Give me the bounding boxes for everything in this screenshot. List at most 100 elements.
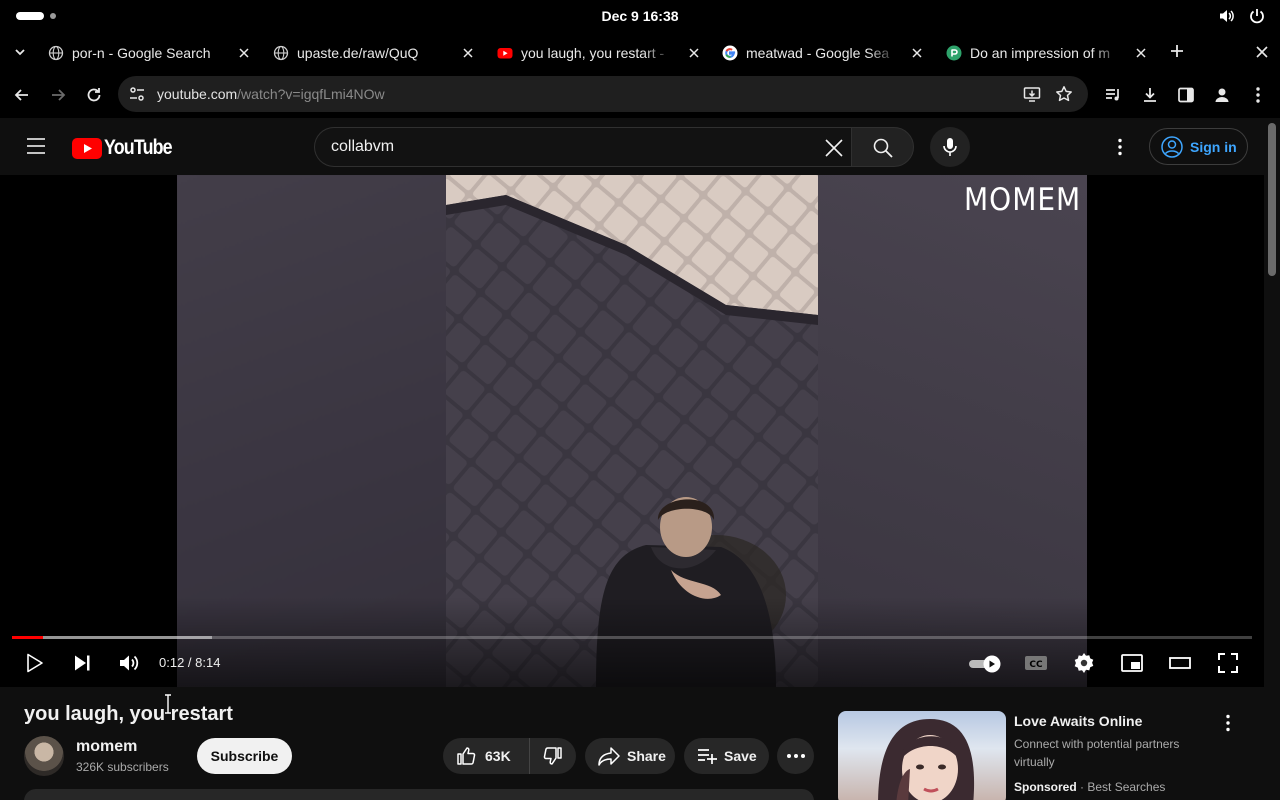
subtitles-icon[interactable]: CC xyxy=(1024,651,1048,675)
new-tab-plus-icon[interactable] xyxy=(1168,42,1186,60)
dislike-button[interactable] xyxy=(530,738,576,774)
url-domain: youtube.com xyxy=(157,86,238,102)
tab-title: you laugh, you restart - xyxy=(521,45,665,61)
install-app-icon[interactable] xyxy=(1022,84,1042,104)
next-video-icon[interactable] xyxy=(70,651,94,675)
theater-mode-icon[interactable] xyxy=(1168,651,1192,675)
tab-title: upaste.de/raw/QuQ xyxy=(297,45,419,61)
page-scrollbar[interactable] xyxy=(1264,118,1280,800)
microphone-icon xyxy=(943,138,957,156)
side-panel-icon[interactable] xyxy=(1176,85,1196,105)
forward-arrow-icon[interactable] xyxy=(48,85,68,105)
tab-close-icon[interactable] xyxy=(462,47,474,59)
youtube-logo[interactable]: YouTube xyxy=(72,136,184,160)
hamburger-menu-icon[interactable] xyxy=(26,137,46,155)
miniplayer-icon[interactable] xyxy=(1120,651,1144,675)
like-button[interactable]: 63K xyxy=(443,738,530,774)
channel-name[interactable]: momem xyxy=(76,738,137,756)
thumbs-down-icon xyxy=(543,747,562,765)
text-cursor-icon xyxy=(165,694,171,714)
settings-gear-icon[interactable] xyxy=(1072,651,1096,675)
bookmark-star-icon[interactable] xyxy=(1054,84,1074,104)
sign-in-button[interactable]: Sign in xyxy=(1149,128,1248,165)
system-tray[interactable] xyxy=(1218,7,1266,25)
play-icon[interactable] xyxy=(22,651,46,675)
share-arrow-icon xyxy=(598,747,620,766)
search-box[interactable] xyxy=(314,127,851,167)
sign-in-label: Sign in xyxy=(1190,138,1237,155)
browser-toolbar: youtube.com/watch?v=igqfLmi4NOw xyxy=(0,72,1280,118)
share-label: Share xyxy=(627,748,666,764)
ad-title[interactable]: Love Awaits Online xyxy=(1014,713,1142,729)
address-bar[interactable]: youtube.com/watch?v=igqfLmi4NOw xyxy=(118,76,1088,112)
progress-bar[interactable] xyxy=(12,636,1252,639)
volume-icon xyxy=(1220,10,1234,22)
subscriber-count: 326K subscribers xyxy=(76,760,169,774)
account-circle-icon xyxy=(1161,135,1183,158)
system-clock[interactable]: Dec 9 16:38 xyxy=(0,8,1280,24)
youtube-play-logo-icon xyxy=(72,137,102,159)
ad-advertiser: Best Searches xyxy=(1087,780,1166,794)
tab-2[interactable]: upaste.de/raw/QuQ xyxy=(273,38,473,68)
ad-meta: Sponsored · Best Searches xyxy=(1014,780,1165,794)
settings-kebab-icon[interactable] xyxy=(1110,137,1130,157)
tab-title: meatwad - Google Sea xyxy=(746,45,890,61)
channel-watermark: MOMEM xyxy=(964,181,1082,218)
tab-3-active[interactable]: you laugh, you restart - xyxy=(497,38,702,68)
poe-icon xyxy=(946,45,962,61)
autoplay-toggle-icon[interactable] xyxy=(968,654,1004,674)
media-controls-icon[interactable] xyxy=(1103,85,1123,105)
ad-image xyxy=(878,719,975,800)
tab-close-icon[interactable] xyxy=(911,47,923,59)
tab-search-chevron-icon[interactable] xyxy=(10,42,30,62)
clear-search-icon[interactable] xyxy=(823,137,845,159)
youtube-wordmark: YouTube xyxy=(104,136,173,159)
scrollbar-thumb[interactable] xyxy=(1268,123,1276,276)
url-text: youtube.com/watch?v=igqfLmi4NOw xyxy=(157,86,385,102)
voice-search-button[interactable] xyxy=(930,127,970,167)
tab-close-icon[interactable] xyxy=(1135,47,1147,59)
back-arrow-icon[interactable] xyxy=(12,85,32,105)
window-close-icon[interactable] xyxy=(1254,44,1270,60)
video-title: you laugh, you restart xyxy=(24,703,233,725)
video-player[interactable]: MOMEM 0:12 / 8:14 CC xyxy=(0,175,1264,687)
site-info-tune-icon[interactable] xyxy=(127,84,147,104)
tab-4[interactable]: meatwad - Google Sea xyxy=(722,38,927,68)
share-button[interactable]: Share xyxy=(585,738,675,774)
volume-icon[interactable] xyxy=(117,651,141,675)
save-button[interactable]: Save xyxy=(684,738,769,774)
tab-5[interactable]: Do an impression of m xyxy=(946,38,1151,68)
youtube-page: YouTube Sign in xyxy=(0,118,1264,800)
time-display: 0:12 / 8:14 xyxy=(159,655,221,670)
system-top-bar: Dec 9 16:38 xyxy=(0,0,1280,32)
tab-close-icon[interactable] xyxy=(688,47,700,59)
subscribe-button[interactable]: Subscribe xyxy=(197,738,292,774)
like-count: 63K xyxy=(485,748,511,764)
tab-strip: por-n - Google Search upaste.de/raw/QuQ … xyxy=(0,32,1280,72)
tab-1[interactable]: por-n - Google Search xyxy=(48,38,250,68)
google-icon xyxy=(722,45,738,61)
reload-icon[interactable] xyxy=(84,85,104,105)
ad-separator: · xyxy=(1076,780,1088,794)
ad-thumbnail[interactable] xyxy=(838,711,1006,800)
globe-icon xyxy=(48,45,64,61)
globe-icon xyxy=(273,45,289,61)
svg-text:CC: CC xyxy=(1029,660,1043,670)
description-box[interactable] xyxy=(24,789,814,800)
search-button[interactable] xyxy=(851,127,914,167)
more-actions-button[interactable] xyxy=(777,738,814,774)
download-icon[interactable] xyxy=(1140,85,1160,105)
ad-options-kebab-icon[interactable] xyxy=(1218,713,1238,733)
tab-close-icon[interactable] xyxy=(238,47,250,59)
profile-icon[interactable] xyxy=(1212,85,1232,105)
ad-description: Connect with potential partners virtuall… xyxy=(1014,737,1180,769)
thumbs-up-icon xyxy=(457,747,476,765)
chrome-menu-icon[interactable] xyxy=(1248,85,1268,105)
url-path: /watch?v=igqfLmi4NOw xyxy=(237,86,385,102)
tab-title: por-n - Google Search xyxy=(72,45,211,61)
youtube-header: YouTube Sign in xyxy=(0,118,1264,175)
channel-avatar[interactable] xyxy=(24,736,64,776)
save-label: Save xyxy=(724,748,757,764)
search-input[interactable] xyxy=(331,138,811,156)
fullscreen-icon[interactable] xyxy=(1216,651,1240,675)
